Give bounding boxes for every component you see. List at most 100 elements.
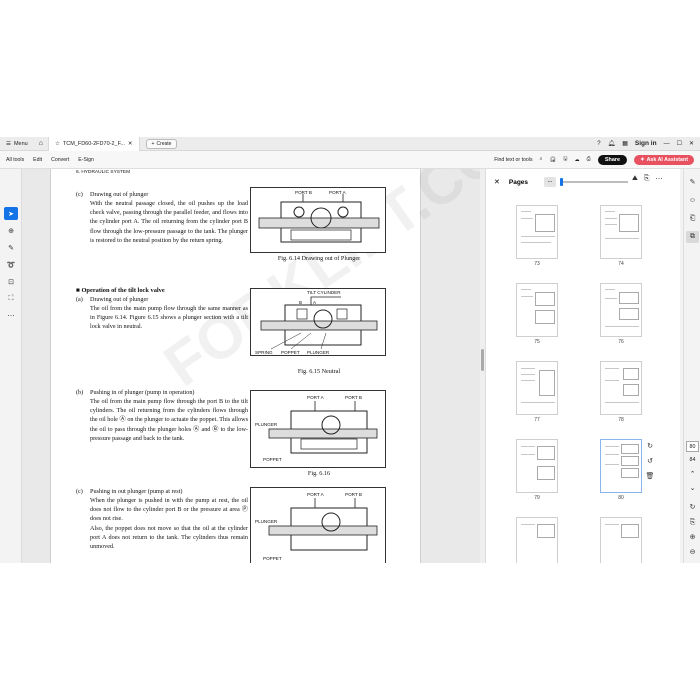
convert-link[interactable]: Convert bbox=[51, 157, 69, 163]
refresh-icon[interactable]: ↻ bbox=[686, 502, 699, 514]
current-page-field[interactable]: 80 bbox=[686, 441, 699, 452]
figure-6-15: TILT CYLINDER B A SPRING POPPET PLUNGER bbox=[250, 288, 386, 356]
zoom-out-icon[interactable]: ⊖ bbox=[686, 547, 699, 559]
toolbar: All tools Edit Convert E-Sign Find text … bbox=[0, 151, 700, 169]
rotate-clockwise-icon[interactable]: ↻ bbox=[643, 441, 657, 453]
fig-6-14-caption: Fig. 6.14 Drawing out of Plunger bbox=[277, 255, 361, 262]
thumbnail-size-slider[interactable] bbox=[560, 178, 628, 186]
chevron-down-icon[interactable]: ⌄ bbox=[686, 483, 699, 495]
stamp-icon[interactable]: ⛶ bbox=[4, 292, 18, 305]
pdf-page: FORKLIFT.COM 6. HYDRAULIC SYSTEM (c) Draw… bbox=[50, 169, 480, 563]
page-number-80: 80 bbox=[618, 495, 624, 501]
zoom-thumbnails-icon[interactable]: ⛰ bbox=[632, 175, 638, 183]
section-c2-text: When the plunger is pushed in with the p… bbox=[90, 497, 248, 523]
figure-6-17: PORT A PORT B PLUNGER POPPET bbox=[250, 487, 386, 563]
edit-pdf-icon[interactable]: ✎ bbox=[686, 177, 699, 189]
find-text-button[interactable]: Find text or tools bbox=[494, 157, 532, 163]
edit-link[interactable]: Edit bbox=[33, 157, 42, 163]
section-c2-text2: Also, the poppet does not move so that t… bbox=[90, 525, 248, 551]
hamburger-icon: ☰ bbox=[6, 140, 11, 147]
select-cursor-icon[interactable]: ➤ bbox=[4, 207, 18, 220]
ai-assistant-button[interactable]: ✦ Ask AI Assistant bbox=[634, 154, 694, 165]
page-thumbnail-81[interactable] bbox=[516, 517, 558, 563]
valve-diagram-4 bbox=[268, 498, 378, 551]
esign-link[interactable]: E-Sign bbox=[78, 157, 94, 163]
page-thumbnail-77[interactable] bbox=[516, 361, 558, 415]
tilt-lock-heading: ■ Operation of the tilt lock valve bbox=[76, 287, 165, 294]
more-tools-icon[interactable]: ⋯ bbox=[4, 309, 18, 322]
rotate-counterclockwise-icon[interactable]: ↺ bbox=[643, 456, 657, 468]
section-c-text: With the neutral passage closed, the oil… bbox=[90, 200, 248, 244]
page-number-74: 74 bbox=[618, 261, 624, 267]
pages-panel: ✕ Pages ... ⛰ ⎘ ⋯ 73 74 75 76 77 78 79 8… bbox=[485, 169, 680, 563]
page-thumbnail-78[interactable] bbox=[600, 361, 642, 415]
slider-knob[interactable] bbox=[560, 178, 563, 186]
highlighter-icon[interactable]: ✎ bbox=[4, 241, 18, 254]
valve-diagram-2 bbox=[260, 296, 378, 350]
plus-icon: + bbox=[151, 140, 155, 147]
total-pages-label: 84 bbox=[689, 457, 696, 463]
pages-panel-icon[interactable]: ⧉ bbox=[686, 231, 699, 243]
apps-grid-icon[interactable]: ▦ bbox=[622, 140, 628, 147]
search-icon[interactable]: ⌕ bbox=[540, 156, 543, 163]
save-icon[interactable]: 🖫 bbox=[563, 155, 567, 164]
page-thumbnail-79[interactable] bbox=[516, 439, 558, 493]
page-thumbnail-75[interactable] bbox=[516, 283, 558, 337]
figure-6-14: PORT B PORT A bbox=[250, 187, 386, 253]
all-tools-link[interactable]: All tools bbox=[6, 157, 24, 163]
home-icon[interactable]: ⌂ bbox=[34, 140, 48, 147]
page-number-75: 75 bbox=[534, 339, 540, 345]
document-viewer[interactable]: FORKLIFT.COM 6. HYDRAULIC SYSTEM (c) Draw… bbox=[22, 169, 480, 563]
document-tab[interactable]: ☆ TCM_FD60-2FD70-2_F... ✕ bbox=[47, 137, 140, 151]
page-thumbnail-74[interactable] bbox=[600, 205, 642, 259]
fig-6-15-caption: Fig. 6.15 Neutral bbox=[297, 368, 341, 375]
upload-cloud-icon[interactable]: ☁ bbox=[574, 157, 579, 163]
right-sidebar: ✎ ☺ ⎗ ⧉ 80 84 ⌃ ⌄ ↻ ⎘ ⊕ ⊖ bbox=[683, 169, 700, 563]
minimize-icon[interactable]: — bbox=[664, 141, 670, 147]
page-number-77: 77 bbox=[534, 417, 540, 423]
zoom-in-icon[interactable]: ⊕ bbox=[686, 532, 699, 544]
headphones-icon[interactable]: 🎧︎ bbox=[549, 157, 556, 163]
comment-icon[interactable]: ☺ bbox=[686, 195, 699, 207]
fig-6-16-caption: Fig. 6.16 bbox=[307, 470, 331, 477]
chevron-up-icon[interactable]: ⌃ bbox=[686, 469, 699, 481]
zoom-icon[interactable]: ⊕ bbox=[4, 224, 18, 237]
menu-button[interactable]: ☰ Menu bbox=[0, 141, 34, 147]
page-thumbnail-73[interactable] bbox=[516, 205, 558, 259]
close-window-icon[interactable]: ✕ bbox=[689, 140, 694, 147]
create-label: Create bbox=[156, 140, 172, 147]
insert-page-icon[interactable]: ⎘ bbox=[644, 175, 650, 183]
thumbnail-actions: ↻ ↺ 🗑︎ bbox=[643, 441, 659, 483]
page-number-73: 73 bbox=[534, 261, 540, 267]
page-thumbnail-76[interactable] bbox=[600, 283, 642, 337]
page-number-79: 79 bbox=[534, 495, 540, 501]
pages-panel-title: Pages bbox=[508, 178, 529, 186]
share-button[interactable]: Share bbox=[597, 154, 628, 165]
title-bar: ☰ Menu ⌂ ☆ TCM_FD60-2FD70-2_F... ✕ + Cre… bbox=[0, 137, 700, 151]
print-icon[interactable]: ⎙ bbox=[587, 156, 591, 163]
panel-more-icon[interactable]: ⋯ bbox=[656, 175, 663, 183]
bookmark-icon[interactable]: ⎗ bbox=[686, 213, 699, 225]
delete-page-icon[interactable]: 🗑︎ bbox=[643, 471, 657, 483]
create-button[interactable]: + Create bbox=[145, 138, 178, 149]
bell-icon[interactable]: 🔔︎ bbox=[608, 140, 616, 147]
menu-label: Menu bbox=[13, 140, 28, 147]
sign-in-button[interactable]: Sign in bbox=[635, 140, 657, 147]
acrobat-window: ☰ Menu ⌂ ☆ TCM_FD60-2FD70-2_F... ✕ + Cre… bbox=[0, 137, 700, 563]
star-icon[interactable]: ☆ bbox=[55, 141, 60, 147]
lasso-icon[interactable]: ➰ bbox=[4, 258, 18, 271]
help-icon[interactable]: ? bbox=[597, 141, 600, 147]
pages-options-button[interactable]: ... bbox=[544, 177, 556, 187]
left-toolbar: ➤ ⊕ ✎ ➰ ⊡ ⛶ ⋯ bbox=[0, 169, 22, 563]
tab-close-icon[interactable]: ✕ bbox=[128, 141, 133, 147]
valve-diagram-1 bbox=[258, 194, 380, 243]
page-thumbnail-80[interactable] bbox=[600, 439, 642, 493]
text-select-icon[interactable]: ⊡ bbox=[4, 275, 18, 288]
page-thumbnail-82[interactable] bbox=[600, 517, 642, 563]
scrollbar-thumb[interactable] bbox=[481, 349, 484, 371]
page-fit-icon[interactable]: ⎘ bbox=[686, 517, 699, 529]
maximize-icon[interactable]: ☐ bbox=[677, 140, 682, 147]
close-panel-icon[interactable]: ✕ bbox=[494, 178, 500, 186]
running-head: 6. HYDRAULIC SYSTEM bbox=[76, 170, 131, 175]
figure-6-16: PORT A PORT B PLUNGER POPPET bbox=[250, 390, 386, 468]
